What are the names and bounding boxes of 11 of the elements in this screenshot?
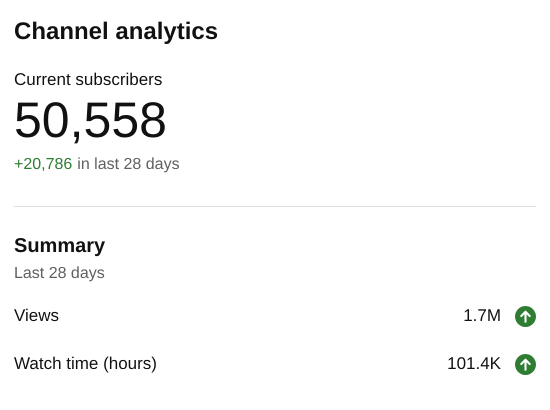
metric-value: 101.4K — [447, 354, 501, 374]
subscriber-count: 50,558 — [14, 92, 168, 148]
subscribers-label: Current subscribers — [14, 69, 164, 91]
subscriber-change: +20,786 — [14, 155, 72, 175]
metric-name: Views — [14, 306, 60, 326]
page-title: Channel analytics — [14, 17, 220, 47]
metric-value: 1.7M — [463, 306, 501, 326]
metric-name: Watch time (hours) — [14, 354, 157, 374]
change-period: in last 28 days — [77, 155, 180, 175]
summary-title: Summary — [14, 234, 106, 259]
summary-period: Last 28 days — [14, 264, 106, 284]
